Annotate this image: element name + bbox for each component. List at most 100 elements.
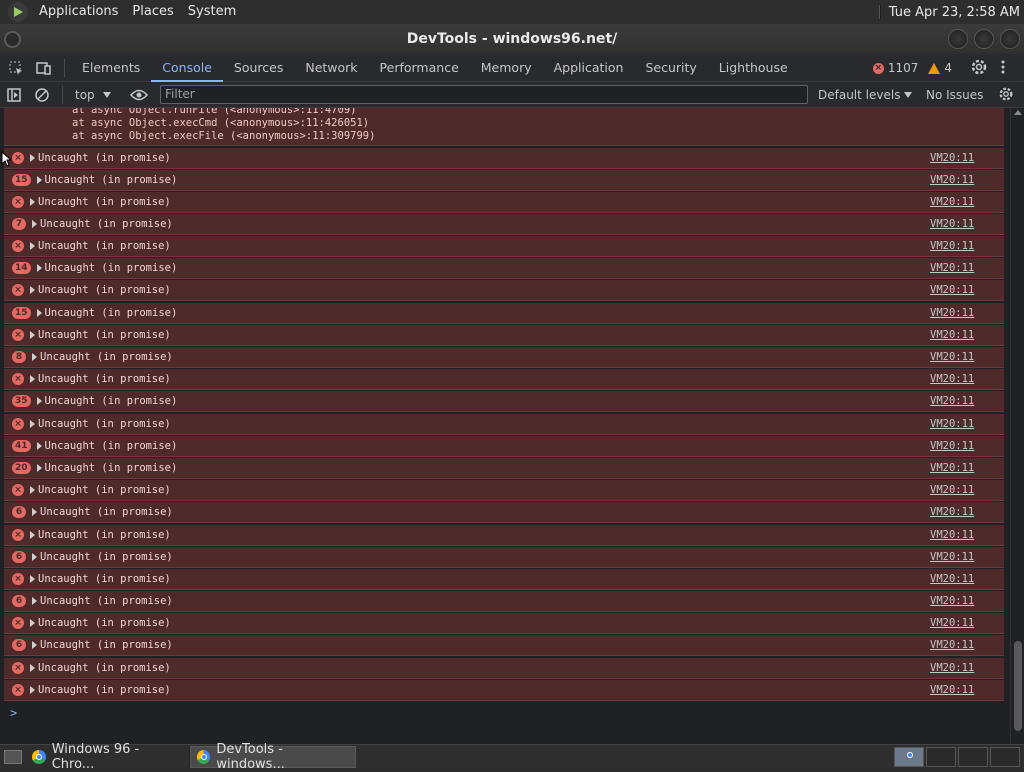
expand-arrow-icon[interactable] — [30, 575, 35, 583]
applications-menu[interactable]: Applications — [32, 0, 125, 24]
expand-arrow-icon[interactable] — [30, 154, 35, 162]
source-link[interactable]: VM20:11 — [930, 462, 974, 474]
places-menu[interactable]: Places — [125, 0, 180, 24]
console-message-row[interactable]: 8 Uncaught (in promise) VM20:11 — [4, 347, 1004, 368]
workspace-3[interactable] — [958, 747, 988, 767]
source-link[interactable]: VM20:11 — [930, 307, 974, 319]
source-link[interactable]: VM20:11 — [930, 196, 974, 208]
source-link[interactable]: VM20:11 — [930, 329, 974, 341]
tab-application[interactable]: Application — [543, 54, 635, 82]
console-message-row[interactable]: × Uncaught (in promise) VM20:11 — [4, 192, 1004, 213]
tab-elements[interactable]: Elements — [71, 54, 151, 82]
clock[interactable]: Tue Apr 23, 2:58 AM — [889, 5, 1020, 20]
source-link[interactable]: VM20:11 — [930, 573, 974, 585]
sidebar-toggle-icon[interactable] — [0, 81, 28, 109]
console-message-row[interactable]: × Uncaught (in promise) VM20:11 — [4, 369, 1004, 390]
expand-arrow-icon[interactable] — [32, 553, 37, 561]
expand-arrow-icon[interactable] — [30, 198, 35, 206]
clear-console-icon[interactable] — [28, 81, 56, 109]
console-message-row[interactable]: × Uncaught (in promise) VM20:11 — [4, 525, 1004, 546]
system-menu[interactable]: System — [181, 0, 243, 24]
console-message-row[interactable]: 6 Uncaught (in promise) VM20:11 — [4, 635, 1004, 656]
more-options-icon[interactable] — [1000, 58, 1006, 80]
expand-arrow-icon[interactable] — [36, 309, 42, 317]
tab-console[interactable]: Console — [151, 54, 223, 82]
console-message-row[interactable]: 15 Uncaught (in promise) VM20:11 — [4, 303, 1004, 324]
expand-arrow-icon[interactable] — [36, 397, 42, 405]
console-message-row[interactable]: × Uncaught (in promise) VM20:11 — [4, 569, 1004, 590]
source-link[interactable]: VM20:11 — [930, 351, 974, 363]
tab-memory[interactable]: Memory — [470, 54, 543, 82]
expand-arrow-icon[interactable] — [32, 220, 37, 228]
source-link[interactable]: VM20:11 — [930, 174, 974, 186]
source-link[interactable]: VM20:11 — [930, 284, 974, 296]
console-message-row[interactable]: × Uncaught (in promise) VM20:11 — [4, 480, 1004, 501]
expand-arrow-icon[interactable] — [30, 619, 35, 627]
expand-arrow-icon[interactable] — [36, 176, 42, 184]
console-message-row[interactable]: 15 Uncaught (in promise) VM20:11 — [4, 170, 1004, 191]
task-devtools[interactable]: DevTools - windows... — [190, 742, 356, 772]
expand-arrow-icon[interactable] — [30, 686, 35, 694]
default-levels-dropdown[interactable]: Default levels — [818, 82, 913, 108]
console-message-row[interactable]: × Uncaught (in promise) VM20:11 — [4, 414, 1004, 435]
workspace-1[interactable] — [894, 747, 924, 767]
expand-arrow-icon[interactable] — [32, 508, 37, 516]
console-message-row[interactable]: 7 Uncaught (in promise) VM20:11 — [4, 214, 1004, 235]
device-toolbar-icon[interactable] — [30, 54, 58, 82]
workspace-4[interactable] — [990, 747, 1020, 767]
console-scrollbar[interactable] — [1010, 108, 1024, 744]
source-link[interactable]: VM20:11 — [930, 373, 974, 385]
expand-arrow-icon[interactable] — [30, 531, 35, 539]
source-link[interactable]: VM20:11 — [930, 639, 974, 651]
console-message-row[interactable]: × Uncaught (in promise) VM20:11 — [4, 280, 1004, 301]
console-message-row[interactable]: 35 Uncaught (in promise) VM20:11 — [4, 391, 1004, 412]
source-link[interactable]: VM20:11 — [930, 551, 974, 563]
expand-arrow-icon[interactable] — [32, 353, 37, 361]
window-titlebar[interactable]: DevTools - windows96.net/ — [0, 24, 1024, 54]
tab-network[interactable]: Network — [294, 54, 368, 82]
issue-counts[interactable]: × 1107 4 — [872, 54, 952, 82]
source-link[interactable]: VM20:11 — [930, 662, 974, 674]
tab-lighthouse[interactable]: Lighthouse — [708, 54, 799, 82]
expand-arrow-icon[interactable] — [30, 486, 35, 494]
expand-arrow-icon[interactable] — [36, 442, 42, 450]
expand-arrow-icon[interactable] — [36, 464, 42, 472]
console-message-row[interactable]: × Uncaught (in promise) VM20:11 — [4, 613, 1004, 634]
console-prompt[interactable]: > — [10, 706, 17, 720]
filter-input[interactable]: Filter — [160, 85, 808, 104]
task-windows96-chrome[interactable]: Windows 96 - Chro... — [26, 742, 190, 772]
source-link[interactable]: VM20:11 — [930, 152, 974, 164]
console-message-row[interactable]: 6 Uncaught (in promise) VM20:11 — [4, 547, 1004, 568]
expand-arrow-icon[interactable] — [36, 264, 42, 272]
console-message-row[interactable]: × Uncaught (in promise) VM20:11 — [4, 680, 1004, 701]
console-message-row[interactable]: × Uncaught (in promise) VM20:11 — [4, 658, 1004, 679]
tab-security[interactable]: Security — [634, 54, 707, 82]
no-issues-button[interactable]: No Issues — [926, 82, 983, 108]
inspect-element-icon[interactable] — [2, 54, 30, 82]
show-desktop-icon[interactable] — [4, 749, 22, 764]
source-link[interactable]: VM20:11 — [930, 506, 974, 518]
expand-arrow-icon[interactable] — [30, 331, 35, 339]
workspace-2[interactable] — [926, 747, 956, 767]
context-selector[interactable]: top — [75, 88, 111, 102]
close-button[interactable] — [1000, 29, 1020, 49]
source-link[interactable]: VM20:11 — [930, 418, 974, 430]
source-link[interactable]: VM20:11 — [930, 218, 974, 230]
source-link[interactable]: VM20:11 — [930, 395, 974, 407]
source-link[interactable]: VM20:11 — [930, 484, 974, 496]
console-message-row[interactable]: 41 Uncaught (in promise) VM20:11 — [4, 436, 1004, 457]
window-menu-button[interactable] — [4, 31, 21, 48]
scrollbar-thumb[interactable] — [1014, 641, 1022, 731]
expand-arrow-icon[interactable] — [30, 242, 35, 250]
expand-arrow-icon[interactable] — [30, 375, 35, 383]
expand-arrow-icon[interactable] — [32, 641, 37, 649]
source-link[interactable]: VM20:11 — [930, 262, 974, 274]
source-link[interactable]: VM20:11 — [930, 529, 974, 541]
minimize-button[interactable] — [948, 29, 968, 49]
console-message-row[interactable]: 6 Uncaught (in promise) VM20:11 — [4, 502, 1004, 523]
source-link[interactable]: VM20:11 — [930, 595, 974, 607]
eye-icon[interactable] — [125, 81, 153, 109]
tab-performance[interactable]: Performance — [369, 54, 470, 82]
console-message-row[interactable]: 6 Uncaught (in promise) VM20:11 — [4, 591, 1004, 612]
applications-logo-icon[interactable] — [8, 2, 28, 22]
